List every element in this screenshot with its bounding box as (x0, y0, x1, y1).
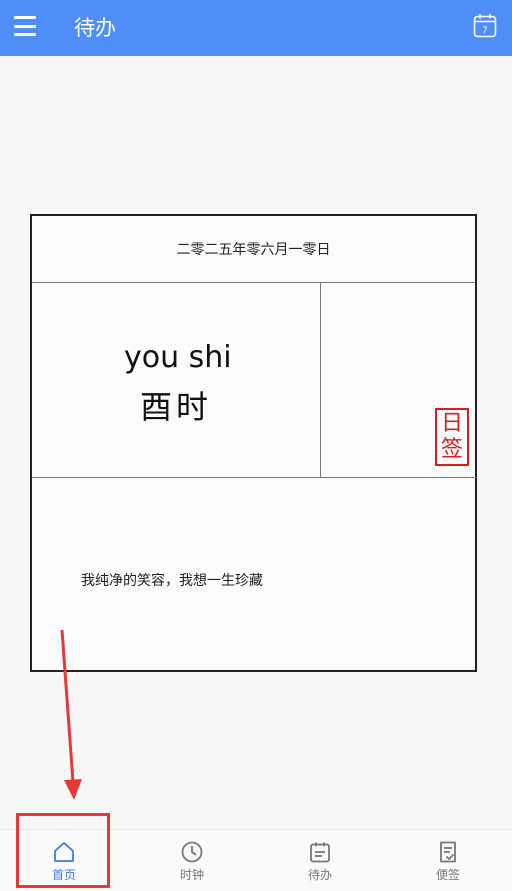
hour-name: 酉时 (140, 388, 213, 426)
nav-label-todo: 待办 (307, 867, 332, 882)
top-app-bar: 待办 7 (0, 0, 512, 56)
nav-label-home: 首页 (51, 867, 76, 882)
app-root: 待办 7 二零二五年零六月一零日 you shi 酉时 日 签 我纯净的笑容，我… (0, 0, 512, 891)
home-icon (54, 841, 74, 862)
hour-pinyin: you shi (124, 340, 232, 375)
daily-quote: 我纯净的笑容，我想一生珍藏 (81, 573, 263, 589)
card-date: 二零二五年零六月一零日 (32, 216, 475, 283)
clock-icon (181, 841, 203, 862)
daily-stamp: 日 签 (435, 408, 469, 466)
daily-card: 二零二五年零六月一零日 you shi 酉时 日 签 我纯净的笑容，我想一生珍藏 (30, 214, 477, 672)
stamp-panel: 日 签 (321, 282, 477, 478)
nav-label-notes: 便签 (435, 867, 460, 882)
hour-panel: you shi 酉时 (32, 282, 321, 478)
stamp-char-2: 签 (440, 437, 463, 462)
calendar-day-number: 7 (482, 26, 488, 36)
page-title: 待办 (74, 16, 116, 40)
bottom-nav: 首页 时钟 待办 便签 (0, 829, 512, 891)
nav-label-clock: 时钟 (179, 867, 204, 882)
nav-item-clock[interactable]: 时钟 (128, 830, 256, 891)
stamp-char-1: 日 (440, 411, 463, 436)
calendar-icon[interactable]: 7 (473, 13, 497, 38)
menu-icon[interactable] (14, 16, 36, 36)
calendar-icon (310, 842, 330, 862)
nav-item-notes[interactable]: 便签 (384, 830, 512, 891)
nav-item-home[interactable]: 首页 (0, 830, 128, 891)
nav-item-todo[interactable]: 待办 (256, 830, 384, 891)
note-icon (440, 841, 456, 862)
